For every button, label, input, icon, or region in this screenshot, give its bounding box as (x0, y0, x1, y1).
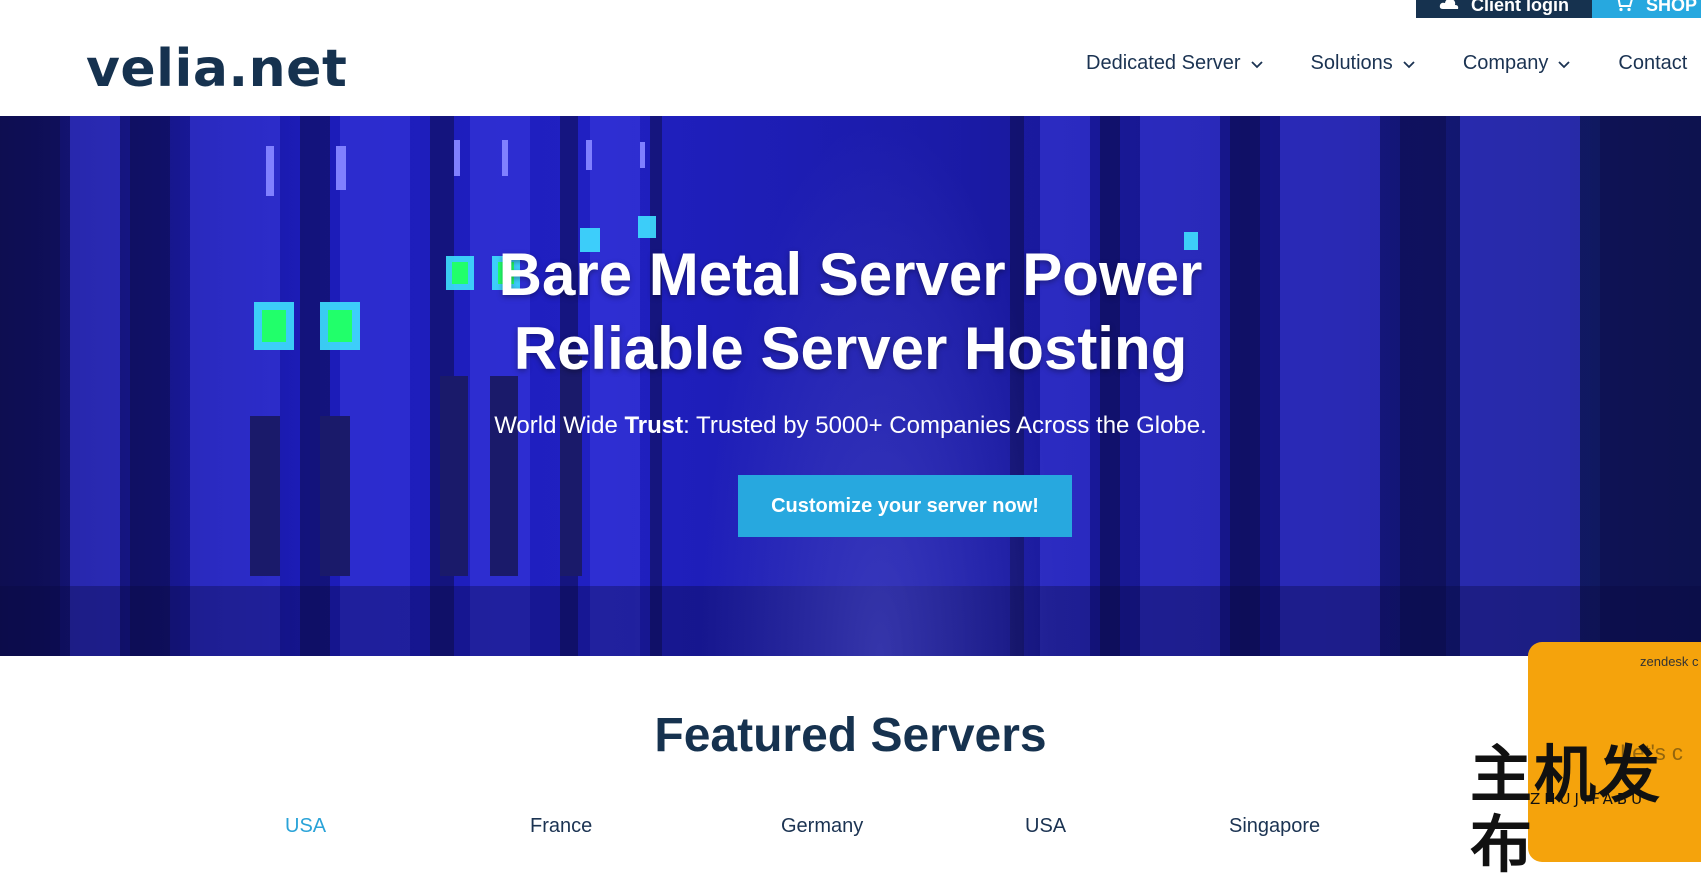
nav-contact[interactable]: Contact (1618, 52, 1687, 75)
hero-title-line2: Reliable Server Hosting (513, 315, 1188, 382)
customize-server-button[interactable]: Customize your server now! (738, 475, 1072, 537)
chevron-down-icon (1558, 52, 1571, 75)
nav-label: Company (1462, 52, 1549, 74)
zendesk-label: zendesk c (1640, 654, 1699, 669)
location-tabs: USA France Germany USA Singapore (0, 814, 1701, 837)
tab-usa-2[interactable]: USA (1025, 814, 1066, 838)
hero-title-line1: Bare Metal Server Power (498, 241, 1203, 308)
watermark-latin: ZHUJIFABU (1530, 790, 1647, 808)
subtitle-bold: Trust (624, 412, 684, 439)
chevron-down-icon (1250, 52, 1263, 75)
nav-label: Contact (1618, 52, 1688, 74)
main-nav: Dedicated Server Solutions Company Conta… (1086, 52, 1701, 75)
subtitle-rest: : Trusted by 5000+ Companies Across the … (683, 412, 1207, 439)
tab-germany[interactable]: Germany (781, 814, 863, 838)
site-logo[interactable]: velia.net (86, 38, 347, 100)
hero-subtitle: World Wide Trust: Trusted by 5000+ Compa… (0, 412, 1701, 440)
aisle-glow (700, 116, 1060, 656)
nav-label: Solutions (1310, 52, 1393, 74)
nav-company[interactable]: Company (1463, 52, 1571, 75)
featured-servers-title: Featured Servers (654, 709, 1047, 762)
chevron-down-icon (1403, 52, 1415, 75)
tab-france[interactable]: France (530, 814, 592, 838)
nav-solutions[interactable]: Solutions (1311, 52, 1415, 75)
watermark-chinese: 主机发布 (1470, 738, 1663, 881)
subtitle-prefix: World Wide (494, 412, 625, 439)
hero-title: Bare Metal Server Power Reliable Server … (0, 238, 1701, 386)
tab-singapore[interactable]: Singapore (1229, 814, 1320, 838)
nav-label: Dedicated Server (1086, 52, 1241, 74)
hero-banner: Bare Metal Server Power Reliable Server … (0, 116, 1701, 656)
watermark: 主机发布 ZHUJIFABU (1470, 740, 1680, 880)
nav-dedicated-server[interactable]: Dedicated Server (1086, 52, 1263, 75)
site-header: velia.net Dedicated Server Solutions Com… (0, 0, 1701, 116)
tab-usa[interactable]: USA (285, 814, 326, 838)
